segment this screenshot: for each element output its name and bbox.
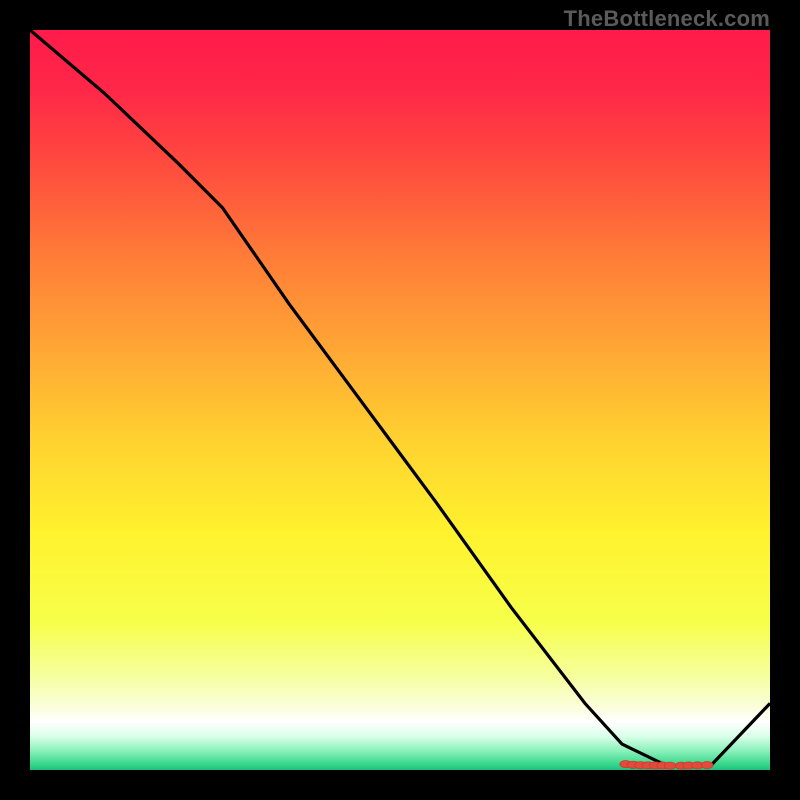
chart-stage: TheBottleneck.com <box>0 0 800 800</box>
chart-svg <box>30 30 770 770</box>
plot-area <box>30 30 770 770</box>
gradient-background <box>30 30 770 770</box>
marker-dot <box>664 762 676 769</box>
watermark-text: TheBottleneck.com <box>564 6 770 32</box>
marker-dot <box>701 762 713 769</box>
